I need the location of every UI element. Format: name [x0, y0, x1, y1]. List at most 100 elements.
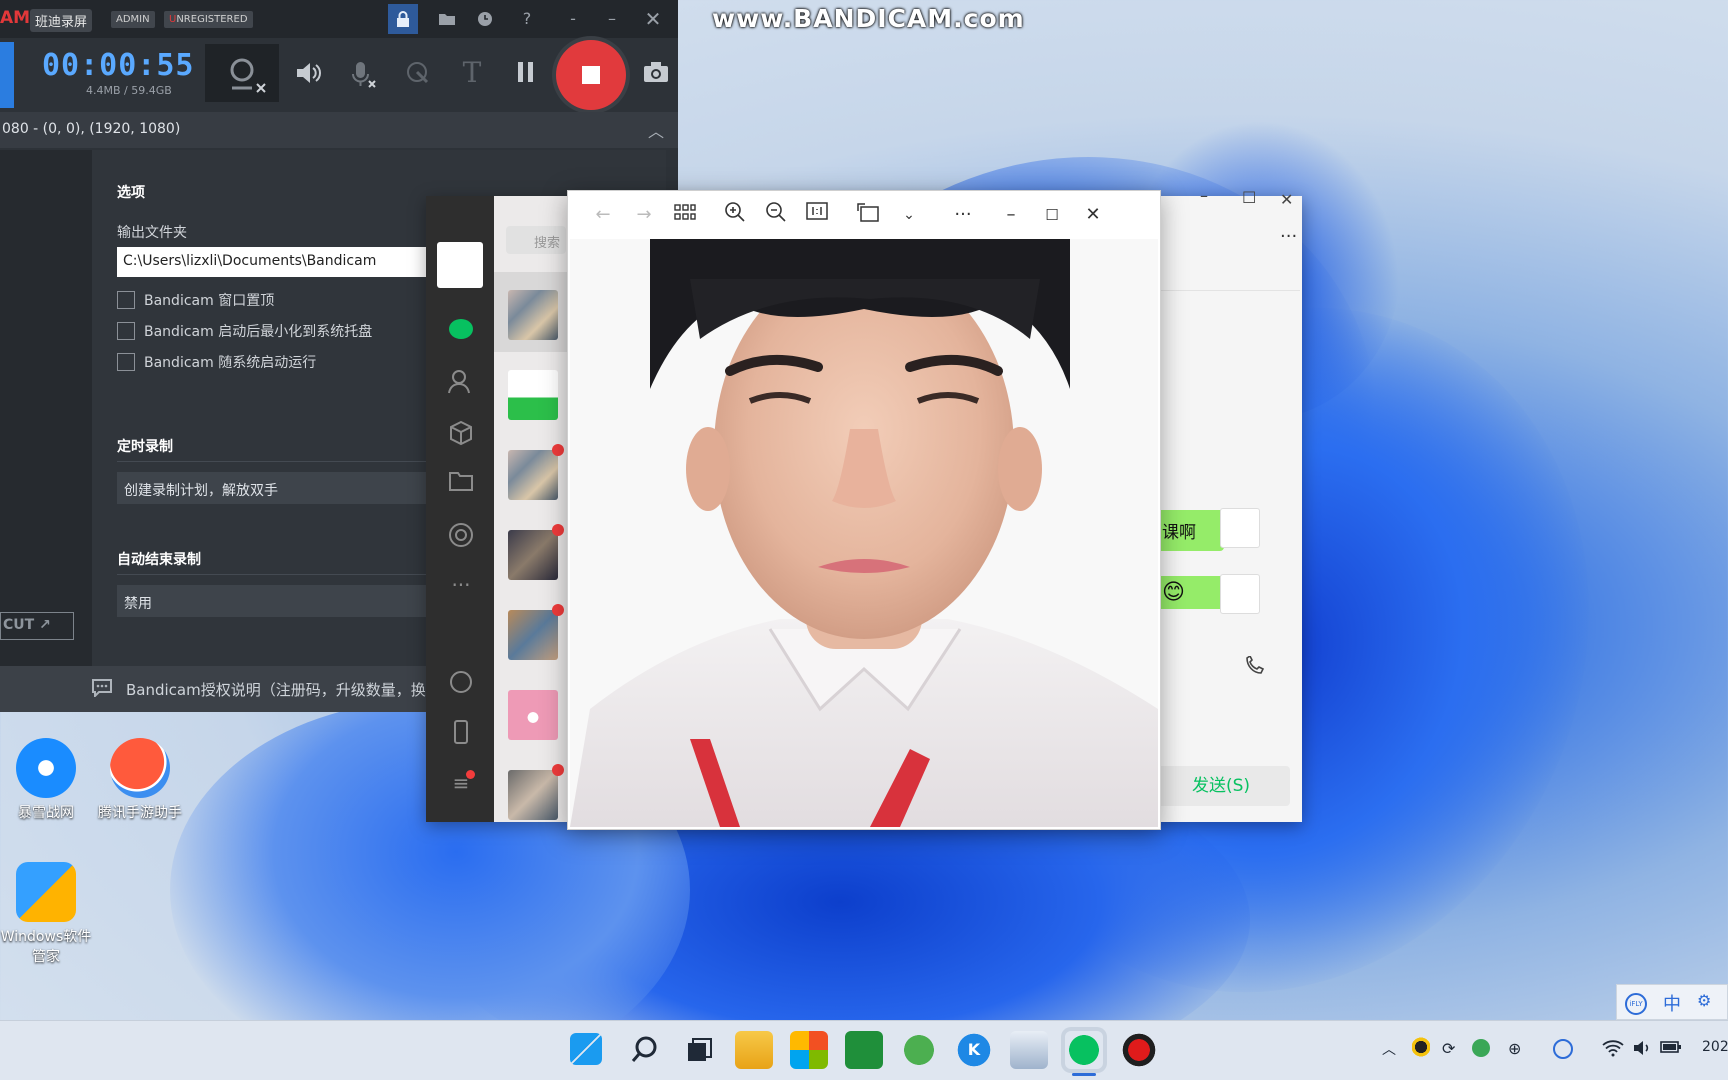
window-maximize-icon[interactable]: ☐: [1242, 188, 1256, 207]
battery-icon[interactable]: [1660, 1039, 1682, 1059]
moments-icon[interactable]: [448, 522, 474, 548]
output-folder-input[interactable]: C:\Users\lizxli\Documents\Bandicam: [117, 247, 427, 277]
file-explorer-icon[interactable]: [735, 1031, 773, 1069]
desktop-icon-battlenet[interactable]: 暴雪战网: [0, 738, 96, 822]
rotate-icon[interactable]: [853, 201, 883, 229]
scheduled-select[interactable]: 创建录制计划，解放双手: [117, 472, 427, 504]
actual-size-icon[interactable]: [802, 201, 832, 229]
checkbox-box[interactable]: [117, 291, 135, 309]
cursor-effect-icon[interactable]: [400, 60, 436, 92]
close-icon[interactable]: ✕: [1078, 201, 1108, 229]
folder-icon[interactable]: [448, 471, 474, 497]
checkbox-box[interactable]: [117, 353, 135, 371]
chevron-up-icon[interactable]: ︿: [648, 118, 664, 142]
chat-thumb[interactable]: [508, 770, 558, 820]
ime-language[interactable]: 中: [1663, 990, 1681, 1016]
license-link[interactable]: Bandicam授权说明（注册码，升级数量，换: [126, 679, 426, 700]
minimize-icon[interactable]: –: [597, 4, 627, 34]
clock-icon[interactable]: [470, 4, 500, 34]
clock-text[interactable]: 202: [1702, 1039, 1728, 1055]
maximize-icon[interactable]: ☐: [1037, 201, 1067, 229]
cube-icon[interactable]: [448, 420, 474, 446]
wifi-icon[interactable]: [1602, 1039, 1624, 1061]
ime-tray-icon[interactable]: ⊕: [1508, 1039, 1521, 1058]
chat-thumb[interactable]: [508, 690, 558, 740]
ime-settings-icon[interactable]: ⚙: [1697, 991, 1711, 1010]
ifly-tray-icon[interactable]: [1553, 1039, 1573, 1059]
grid-view-icon[interactable]: [670, 201, 700, 229]
ifly-icon[interactable]: iFLY: [1625, 993, 1647, 1015]
stop-square-icon: [582, 66, 600, 84]
start-windows-icon[interactable]: [570, 1033, 602, 1065]
more-options-icon[interactable]: ···: [948, 201, 978, 229]
task-view-icon[interactable]: [680, 1031, 718, 1069]
chat-message-bubble[interactable]: 课啊: [1152, 510, 1224, 551]
capture-area-bar[interactable]: 080 - (0, 0), (1920, 1080) ︿: [0, 112, 678, 148]
checkbox-topmost[interactable]: Bandicam 窗口置顶: [117, 290, 274, 310]
photo-image[interactable]: [570, 239, 1158, 827]
minimize-icon[interactable]: –: [996, 201, 1026, 229]
chat-bubble-icon: [92, 679, 112, 701]
voice-call-icon[interactable]: [1244, 654, 1266, 680]
chat-thumb[interactable]: [508, 290, 558, 340]
chevron-up-icon[interactable]: ︿: [1382, 1039, 1396, 1059]
browser-icon[interactable]: [900, 1031, 938, 1069]
wechat-taskbar-icon[interactable]: [1065, 1031, 1103, 1069]
phone-icon[interactable]: [448, 720, 474, 746]
remote-app-icon[interactable]: [1010, 1031, 1048, 1069]
mini-program-icon[interactable]: [448, 670, 474, 696]
chat-more-icon[interactable]: ···: [1280, 226, 1300, 247]
message-avatar[interactable]: [1220, 574, 1260, 614]
autostop-select[interactable]: 禁用: [117, 585, 427, 617]
stop-record-button[interactable]: [556, 40, 626, 110]
user-avatar[interactable]: [437, 242, 483, 288]
chat-thumb[interactable]: [508, 450, 558, 500]
qq-icon[interactable]: [1412, 1037, 1430, 1057]
text-overlay-icon[interactable]: T: [454, 56, 490, 89]
search-input[interactable]: 搜索: [506, 226, 566, 254]
ime-widget[interactable]: iFLY 中 ⚙: [1616, 984, 1728, 1020]
chat-thumb[interactable]: [508, 530, 558, 580]
nvidia-icon[interactable]: [845, 1031, 883, 1069]
pause-icon[interactable]: [508, 60, 544, 90]
mode-selector[interactable]: [0, 42, 14, 108]
close-icon[interactable]: ✕: [638, 4, 668, 34]
chat-icon[interactable]: [448, 318, 474, 344]
sync-icon[interactable]: ⟳: [1442, 1039, 1455, 1058]
message-avatar[interactable]: [1220, 508, 1260, 548]
search-icon[interactable]: [626, 1031, 664, 1069]
speaker-icon[interactable]: [290, 60, 326, 92]
desktop-icon-windows-manager[interactable]: Windows软件管家: [0, 862, 96, 966]
desktop-icon-tencent-games[interactable]: 腾讯手游助手: [90, 738, 190, 822]
zoom-in-icon[interactable]: [720, 201, 750, 229]
volume-icon[interactable]: [1632, 1039, 1652, 1061]
unregistered-badge[interactable]: UNREGISTERED: [164, 11, 253, 28]
contacts-icon[interactable]: [448, 369, 474, 395]
checkbox-autostart[interactable]: Bandicam 随系统启动运行: [117, 352, 316, 372]
lock-icon[interactable]: [388, 4, 418, 34]
send-button[interactable]: 发送(S): [1152, 766, 1290, 806]
chat-message-bubble[interactable]: 😊: [1152, 576, 1224, 609]
help-icon[interactable]: ?: [512, 4, 542, 34]
webcam-off-button[interactable]: [205, 44, 279, 102]
more-icon[interactable]: ···: [448, 572, 474, 598]
chat-thumb[interactable]: [508, 610, 558, 660]
screenshot-camera-icon[interactable]: [638, 60, 674, 90]
k-app-icon[interactable]: K: [955, 1031, 993, 1069]
chat-thumb[interactable]: [508, 370, 558, 420]
store-icon[interactable]: [790, 1031, 828, 1069]
zoom-out-icon[interactable]: [761, 201, 791, 229]
chevron-down-icon[interactable]: ⌄: [894, 201, 924, 229]
checkbox-box[interactable]: [117, 322, 135, 340]
folder-icon[interactable]: [432, 4, 462, 34]
window-minimize-icon[interactable]: –: [1200, 186, 1208, 205]
collapse-icon[interactable]: -: [558, 4, 588, 34]
window-close-icon[interactable]: ✕: [1280, 190, 1293, 209]
bandicam-taskbar-icon[interactable]: [1120, 1031, 1158, 1069]
tray-app-icon[interactable]: [1472, 1039, 1490, 1057]
back-arrow-icon[interactable]: ←: [588, 201, 618, 229]
checkbox-minimize[interactable]: Bandicam 启动后最小化到系统托盘: [117, 321, 372, 341]
mic-off-icon[interactable]: [344, 60, 380, 96]
forward-arrow-icon[interactable]: →: [629, 201, 659, 229]
cut-button[interactable]: CUT ↗: [0, 612, 74, 640]
